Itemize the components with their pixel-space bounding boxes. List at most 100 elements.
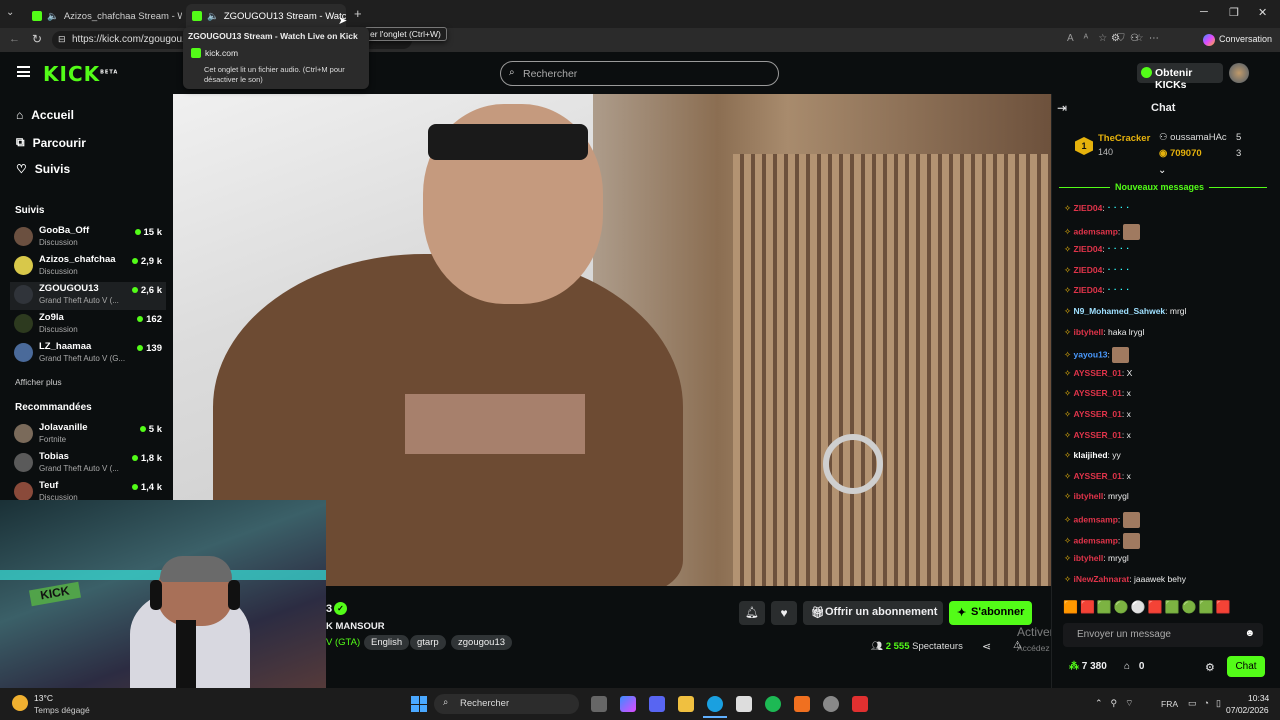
chat-message[interactable]: ✧ AYSSER_01: X — [1064, 368, 1132, 379]
chat-username[interactable]: ademsamp — [1074, 226, 1118, 236]
tab-azizos[interactable]: 🔈 Azizos_chafchaa Stream - Wat ✕ — [26, 4, 182, 28]
minimize-icon[interactable]: ─ — [1200, 6, 1208, 18]
app-icon[interactable] — [794, 696, 810, 712]
chat-message[interactable]: ✧ ademsamp: — [1064, 223, 1140, 240]
extensions-icon[interactable]: ⚙⚇⋯ — [1111, 33, 1169, 44]
chat-username[interactable]: AYSSER_01 — [1074, 388, 1122, 398]
new-tab-icon[interactable]: + — [354, 6, 362, 21]
leader-name[interactable]: TheCracker — [1098, 133, 1150, 144]
sidebar-channel[interactable]: Jolavanille Fortnite 5 k — [14, 421, 166, 449]
chat-username[interactable]: ibtyhell — [1074, 553, 1104, 563]
chat-username[interactable]: iNewZahnarat — [1074, 574, 1130, 584]
spotify-icon[interactable] — [765, 696, 781, 712]
chat-username[interactable]: AYSSER_01 — [1074, 368, 1122, 378]
copilot-button[interactable]: Conversation — [1199, 31, 1278, 49]
stream-category[interactable]: V (GTA) — [326, 637, 360, 648]
chat-message[interactable]: ✧ ZIED04: ⠂⠂⠂⠂ — [1064, 265, 1132, 276]
nav-home[interactable]: ⌂ Accueil — [16, 108, 74, 122]
chat-message[interactable]: ✧ AYSSER_01: x — [1064, 471, 1131, 482]
clock-date[interactable]: 07/02/2026 — [1226, 705, 1269, 715]
gifts-counter[interactable]: ⌂ 0 — [1124, 661, 1144, 672]
chat-message[interactable]: ✧ ZIED04: ⠂⠂⠂⠂ — [1064, 285, 1132, 296]
share-icon[interactable]: ⋖ — [982, 640, 991, 653]
tag-english[interactable]: English — [364, 635, 410, 650]
weather-temp[interactable]: 13°C — [34, 693, 53, 703]
file-explorer-icon[interactable] — [678, 696, 694, 712]
chat-username[interactable]: ZIED04 — [1074, 203, 1103, 213]
chat-username[interactable]: N9_Mohamed_Sahwek — [1074, 306, 1166, 316]
chat-message[interactable]: ✧ ibtyhell: haka lrygl — [1064, 327, 1144, 338]
chat-message[interactable]: ✧ N9_Mohamed_Sahwek: mrgl — [1064, 306, 1186, 317]
chat-username[interactable]: AYSSER_01 — [1074, 409, 1122, 419]
channel-name[interactable]: 3 ✓ — [326, 602, 347, 615]
chat-message[interactable]: ✧ AYSSER_01: x — [1064, 409, 1131, 420]
chat-username[interactable]: AYSSER_01 — [1074, 471, 1122, 481]
user-avatar[interactable] — [1229, 63, 1249, 83]
sidebar-channel[interactable]: GooBa_Off Discussion 15 k — [14, 224, 166, 252]
chat-send-button[interactable]: Chat — [1227, 656, 1265, 677]
emote-row[interactable]: 🟧🟥🟩🟢⚪🟥🟩🟢🟩🟥 — [1063, 600, 1263, 616]
weather-icon[interactable] — [12, 695, 28, 711]
chat-username[interactable]: klaijihed — [1074, 450, 1108, 460]
chat-message[interactable]: ✧ yayou13: — [1064, 347, 1130, 364]
subscribe-button[interactable]: ✦ S'abonner — [949, 601, 1032, 625]
site-info-icon[interactable]: ⊟ — [58, 34, 66, 45]
copilot-taskbar-icon[interactable] — [620, 696, 636, 712]
kick-logo[interactable]: KICKBETA — [43, 62, 118, 86]
expand-leaderboard-icon[interactable]: ⌄ — [1158, 165, 1166, 176]
chat-message[interactable]: ✧ ademsamp: — [1064, 512, 1140, 528]
discord-icon[interactable] — [649, 696, 665, 712]
refresh-icon[interactable]: ↻ — [32, 32, 42, 46]
task-view-icon[interactable] — [591, 696, 607, 712]
notification-bell-button[interactable]: 🔔︎ — [739, 601, 765, 625]
emoji-icon[interactable]: ☻ — [1244, 628, 1255, 639]
start-icon[interactable] — [411, 696, 427, 712]
speaker-icon[interactable]: 🔈 — [47, 11, 59, 22]
chat-message[interactable]: ✧ ibtyhell: mrygl — [1064, 491, 1129, 502]
tab-list-chevron-icon[interactable]: ⌄ — [6, 7, 14, 18]
chat-input[interactable]: Envoyer un message ☻ — [1063, 623, 1263, 647]
app-red-icon[interactable] — [852, 696, 868, 712]
back-icon[interactable]: ← — [9, 33, 20, 45]
sidebar-channel[interactable]: Tobias Grand Theft Auto V (... 1,8 k — [14, 450, 166, 478]
chat-username[interactable]: yayou13 — [1074, 349, 1108, 359]
tab-zgougou13[interactable]: 🔈 ZGOUGOU13 Stream - Watch ✕ — [186, 4, 346, 28]
gift-sub-button[interactable]: 🎁︎ Offrir un abonnement — [803, 601, 943, 625]
chat-username[interactable]: ademsamp — [1074, 514, 1118, 524]
tag-gtarp[interactable]: gtarp — [410, 635, 446, 650]
chat-message[interactable]: ✧ iNewZahnarat: jaaawek behy — [1064, 574, 1186, 585]
chat-username[interactable]: ademsamp — [1074, 535, 1118, 545]
language-indicator[interactable]: FRA — [1161, 699, 1178, 709]
chat-username[interactable]: ZIED04 — [1074, 285, 1103, 295]
taskbar-search[interactable]: ⌕ Rechercher — [434, 694, 579, 714]
sidebar-channel[interactable]: Azizos_chafchaa Discussion 2,9 k — [14, 253, 166, 281]
chat-message[interactable]: ✧ AYSSER_01: x — [1064, 388, 1131, 399]
chat-username[interactable]: ibtyhell — [1074, 327, 1104, 337]
leader2-name[interactable]: ⚇ oussamaHAc — [1159, 132, 1227, 143]
clock-time[interactable]: 10:34 — [1248, 693, 1269, 703]
weather-desc[interactable]: Temps dégagé — [34, 705, 90, 715]
nav-browse[interactable]: ⧉ Parcourir — [16, 135, 86, 150]
nav-following[interactable]: ♡ Suivis — [16, 162, 70, 176]
tag-zgougou13[interactable]: zgougou13 — [451, 635, 513, 650]
store-icon[interactable] — [736, 696, 752, 712]
sidebar-channel[interactable]: LZ_haamaa Grand Theft Auto V (G... 139 — [14, 340, 166, 368]
get-kicks-button[interactable]: Obtenir KICKs — [1137, 63, 1223, 91]
chat-username[interactable]: ZIED04 — [1074, 244, 1103, 254]
menu-icon[interactable] — [17, 66, 30, 77]
chat-message[interactable]: ✧ ibtyhell: mrygl — [1064, 553, 1129, 564]
follow-button[interactable]: ♥ — [771, 601, 797, 625]
edge-icon[interactable] — [707, 696, 723, 712]
chat-message[interactable]: ✧ ZIED04: ⠂⠂⠂⠂ — [1064, 203, 1132, 214]
chat-username[interactable]: ZIED04 — [1074, 265, 1103, 275]
system-tray-icons[interactable]: ▭◔▯ — [1188, 698, 1228, 709]
sidebar-channel[interactable]: Zo9la Discussion 162 — [14, 311, 166, 339]
window-close-icon[interactable]: ✕ — [1258, 6, 1267, 19]
obs-icon[interactable] — [823, 696, 839, 712]
speaker-icon[interactable]: 🔈 — [207, 11, 219, 22]
chat-settings-icon[interactable]: ⚙ — [1205, 661, 1215, 674]
chat-username[interactable]: AYSSER_01 — [1074, 430, 1122, 440]
chat-message[interactable]: ✧ klaijihed: yy — [1064, 450, 1121, 461]
chat-message[interactable]: ✧ ademsamp: — [1064, 532, 1140, 549]
chat-message[interactable]: ✧ AYSSER_01: x — [1064, 430, 1131, 441]
